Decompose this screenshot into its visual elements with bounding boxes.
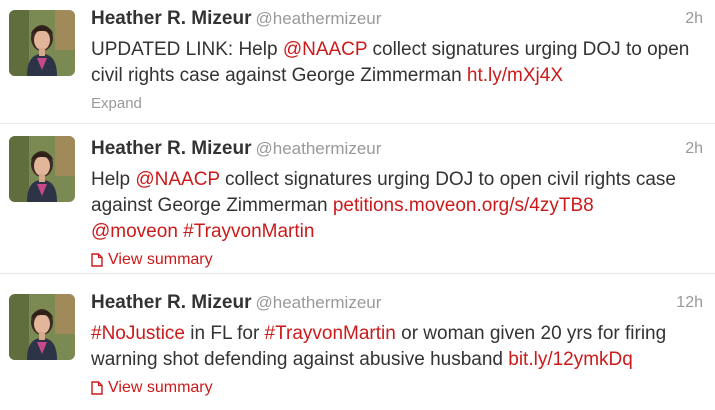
document-icon [91, 253, 103, 267]
tweet-text-part: UPDATED LINK: Help [91, 39, 283, 60]
avatar[interactable] [9, 10, 75, 76]
tweet-content: Heather R. Mizeur @heathermizeur 2h UPDAT… [91, 8, 703, 113]
tweet-text: #NoJustice in FL for #TrayvonMartin or w… [91, 321, 701, 373]
tweet-feed: Heather R. Mizeur @heathermizeur 2h UPDAT… [0, 0, 715, 410]
tweet-text: Help @NAACP collect signatures urging DO… [91, 167, 701, 245]
tweet[interactable]: Heather R. Mizeur @heathermizeur 2h UPDAT… [0, 0, 715, 124]
tweet-text-part: in FL for [185, 323, 265, 344]
tweet-text: UPDATED LINK: Help @NAACP collect signat… [91, 37, 701, 89]
tweet-content: Heather R. Mizeur @heathermizeur 2h Help … [91, 138, 703, 272]
tweet-timestamp[interactable]: 2h [685, 10, 703, 28]
author-username[interactable]: @heathermizeur [255, 9, 381, 28]
hashtag-link[interactable]: #TrayvonMartin [265, 323, 396, 344]
mention-link[interactable]: @NAACP [135, 169, 219, 190]
avatar[interactable] [9, 294, 75, 360]
view-summary-label: View summary [108, 251, 213, 268]
author-fullname[interactable]: Heather R. Mizeur [91, 8, 251, 29]
expand-link[interactable]: Expand [91, 95, 142, 112]
author-username[interactable]: @heathermizeur [255, 293, 381, 312]
url-link[interactable]: petitions.moveon.org/s/4zyTB8 [333, 195, 594, 216]
tweet-text-part: Help [91, 169, 136, 190]
author-fullname[interactable]: Heather R. Mizeur [91, 292, 251, 313]
view-summary-link[interactable]: View summary [91, 379, 213, 397]
view-summary-link[interactable]: View summary [91, 251, 213, 269]
view-summary-label: View summary [108, 379, 213, 396]
url-link[interactable]: ht.ly/mXj4X [467, 65, 563, 86]
profile-photo-icon [9, 10, 75, 76]
tweet-header: Heather R. Mizeur @heathermizeur 2h [91, 8, 703, 36]
mention-link[interactable]: @NAACP [283, 39, 367, 60]
profile-photo-icon [9, 294, 75, 360]
author-username[interactable]: @heathermizeur [255, 139, 381, 158]
tweet-header: Heather R. Mizeur @heathermizeur 2h [91, 138, 703, 166]
hashtag-link[interactable]: #TrayvonMartin [183, 221, 314, 242]
tweet[interactable]: Heather R. Mizeur @heathermizeur 2h Help … [0, 124, 715, 274]
profile-photo-icon [9, 136, 75, 202]
tweet-content: Heather R. Mizeur @heathermizeur 12h #NoJ… [91, 292, 703, 400]
document-icon [91, 381, 103, 395]
avatar[interactable] [9, 136, 75, 202]
mention-link[interactable]: @moveon [91, 221, 178, 242]
tweet-header: Heather R. Mizeur @heathermizeur 12h [91, 292, 703, 320]
tweet-timestamp[interactable]: 2h [685, 140, 703, 158]
author-fullname[interactable]: Heather R. Mizeur [91, 138, 251, 159]
url-link[interactable]: bit.ly/12ymkDq [508, 349, 633, 370]
tweet[interactable]: Heather R. Mizeur @heathermizeur 12h #NoJ… [0, 274, 715, 410]
tweet-timestamp[interactable]: 12h [676, 294, 703, 312]
hashtag-link[interactable]: #NoJustice [91, 323, 185, 344]
